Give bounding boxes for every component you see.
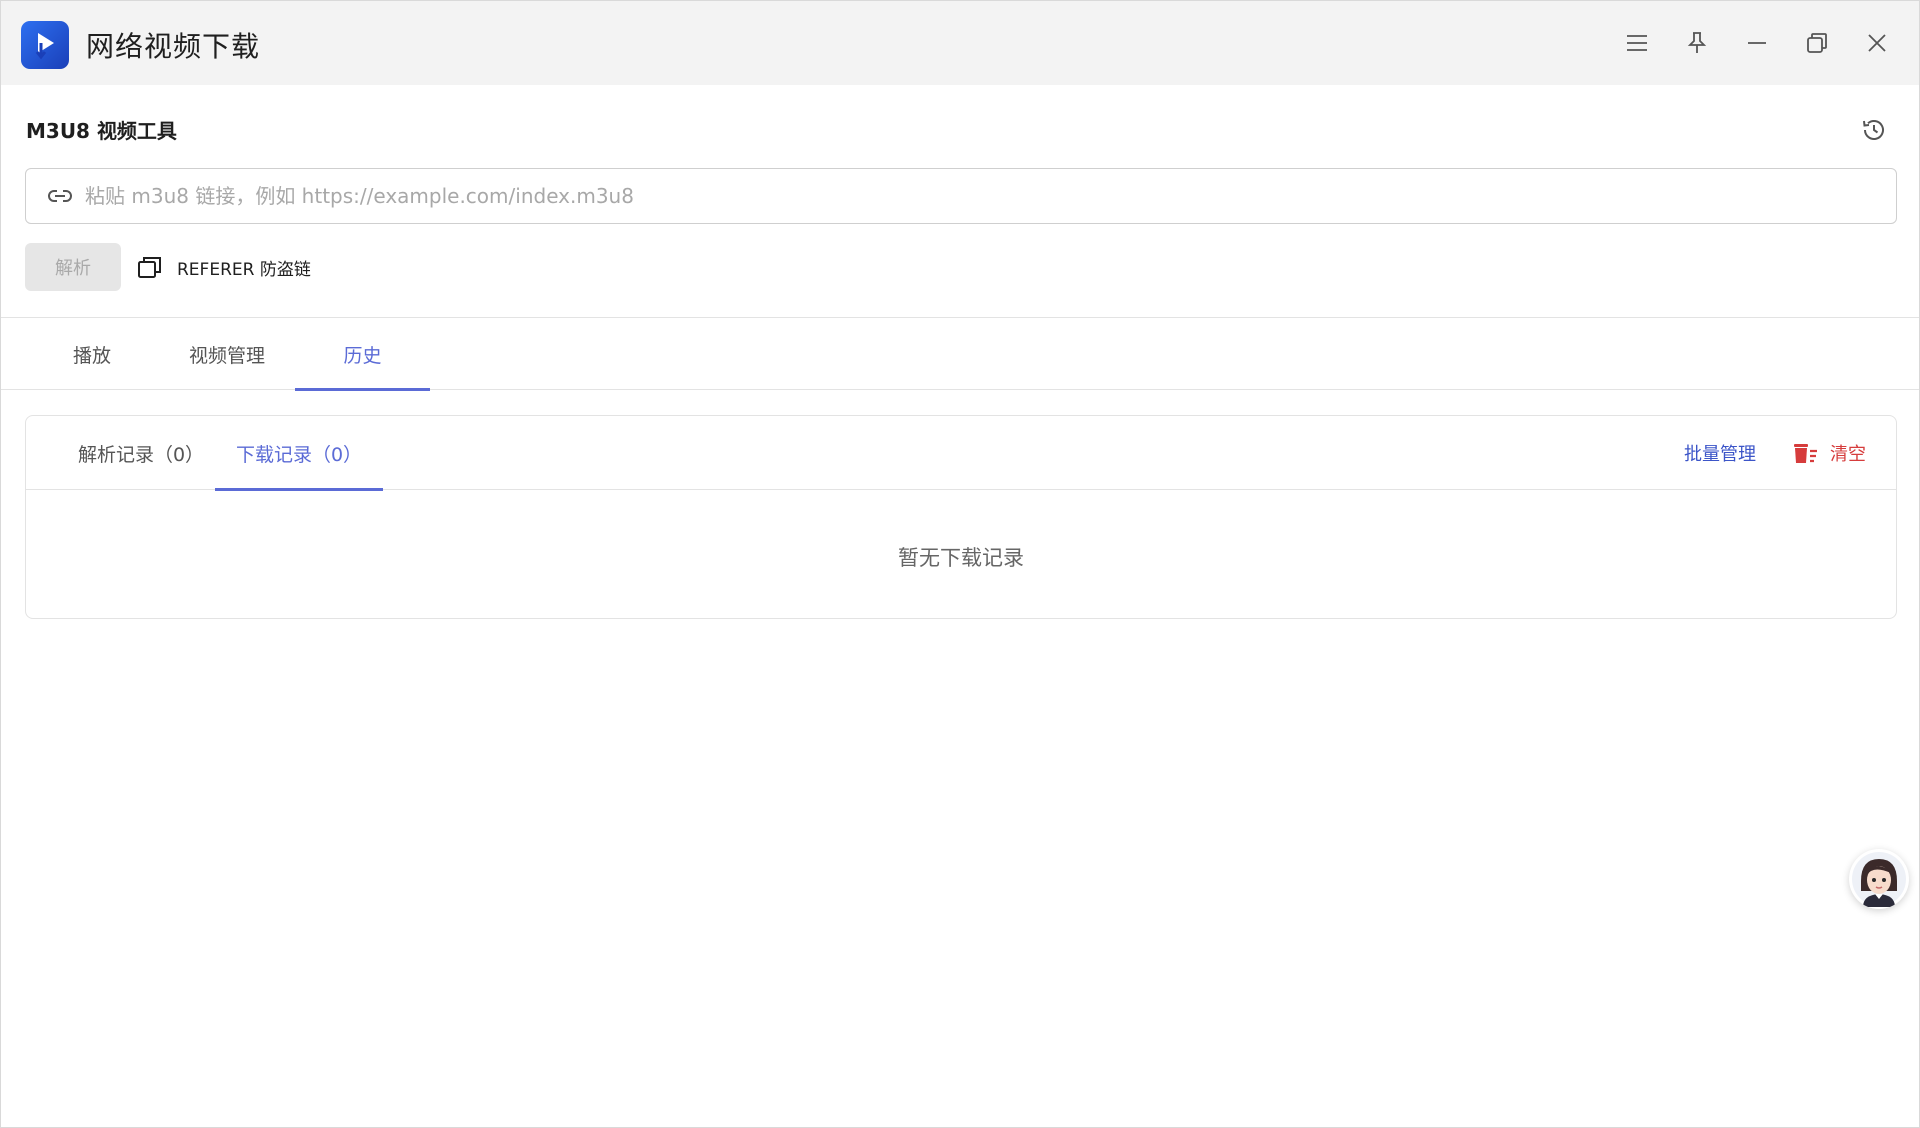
title-bar: 网络视频下载: [1, 1, 1919, 85]
url-input-container: [25, 168, 1897, 224]
app-window: 网络视频下载 M3U8 视频工具 粘贴 m3u8 链接，例如 https://e…: [0, 0, 1920, 1128]
link-icon: [47, 183, 73, 209]
tool-title: M3U8 视频工具: [26, 119, 177, 143]
referer-toggle[interactable]: REFERER 防盗链: [137, 252, 311, 282]
minimize-icon[interactable]: [1741, 27, 1773, 59]
tab-download-records[interactable]: 下载记录（0）: [215, 416, 383, 491]
history-icon[interactable]: [1859, 115, 1889, 145]
empty-state-text: 暂无下载记录: [898, 546, 1024, 570]
tab-play[interactable]: 播放: [47, 318, 137, 390]
parse-button[interactable]: 解析: [25, 243, 121, 291]
restore-icon[interactable]: [1801, 27, 1833, 59]
main-tabs: 播放 视频管理 历史: [1, 318, 1919, 391]
tab-history[interactable]: 历史: [295, 318, 430, 391]
close-icon[interactable]: [1861, 27, 1893, 59]
clear-button[interactable]: 清空: [1792, 438, 1866, 468]
menu-icon[interactable]: [1621, 27, 1653, 59]
m3u8-url-input[interactable]: [85, 169, 1896, 223]
history-sub-tabs: 解析记录（0） 下载记录（0） 批量管理 清空: [26, 416, 1896, 491]
copy-icon: [137, 253, 165, 281]
trash-icon: [1792, 440, 1820, 466]
batch-manage-button[interactable]: 批量管理: [1684, 440, 1756, 466]
history-panel: 解析记录（0） 下载记录（0） 批量管理 清空 暂无下载记录: [25, 415, 1897, 619]
clear-label: 清空: [1830, 444, 1866, 465]
tab-video-management[interactable]: 视频管理: [167, 318, 287, 390]
app-title: 网络视频下载: [86, 30, 261, 63]
tab-parse-records[interactable]: 解析记录（0）: [46, 416, 236, 490]
referer-label: REFERER 防盗链: [177, 259, 311, 280]
app-logo-icon: [21, 21, 69, 69]
pin-icon[interactable]: [1681, 27, 1713, 59]
assistant-avatar[interactable]: [1849, 849, 1909, 909]
